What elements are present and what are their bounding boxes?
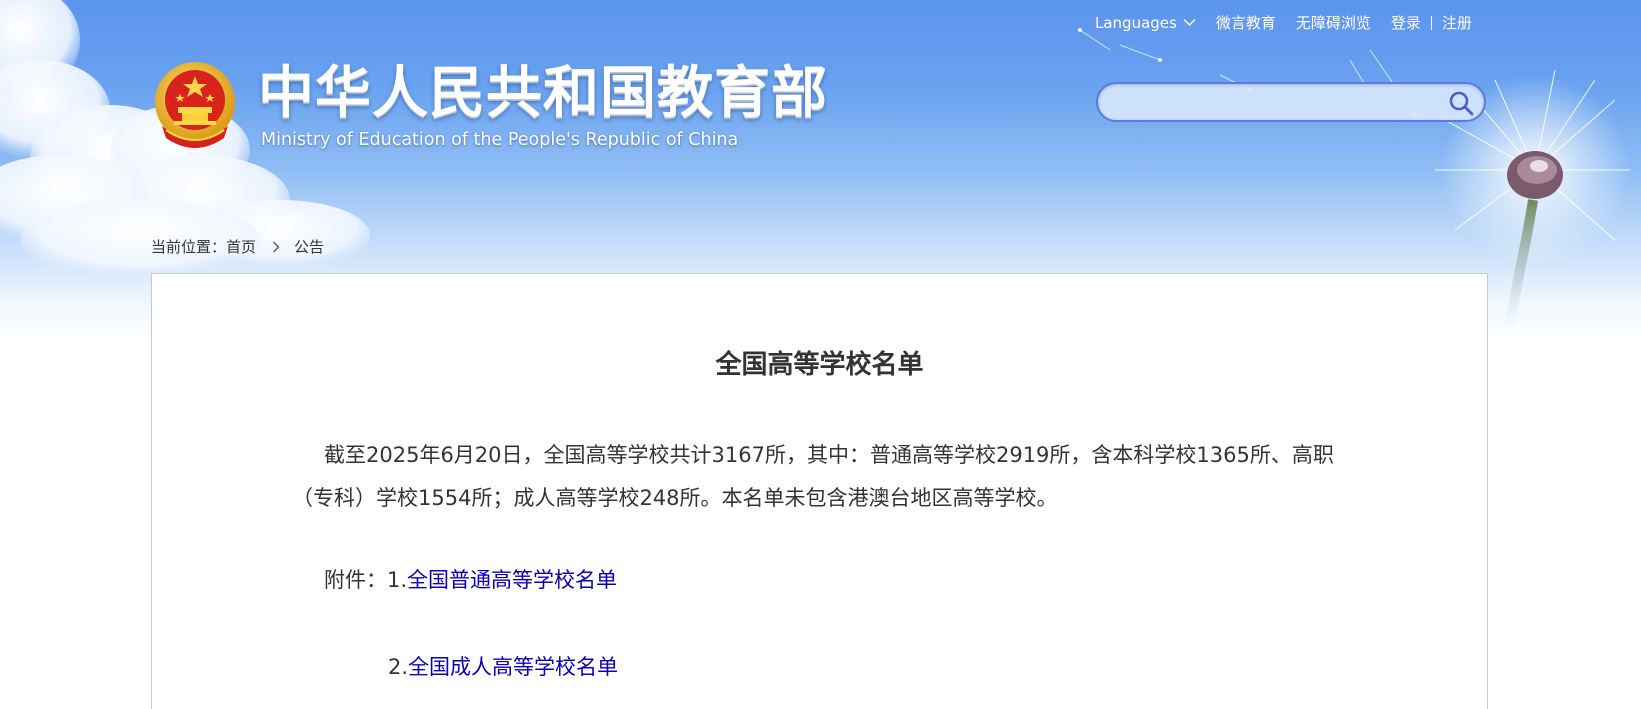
register-link[interactable]: 注册 bbox=[1442, 12, 1472, 33]
article-title: 全国高等学校名单 bbox=[715, 350, 924, 380]
search-input[interactable] bbox=[1114, 91, 1438, 115]
attachment-number: 2. bbox=[388, 655, 409, 679]
ministry-title-cn[interactable]: 中华人民共和国教育部 bbox=[258, 62, 828, 126]
seed-streaks-decoration bbox=[1078, 28, 1418, 118]
top-links: Languages 微言教育 无障碍浏览 登录 注册 bbox=[1095, 12, 1472, 33]
attachment-label: 附件： bbox=[324, 568, 387, 592]
page: Languages 微言教育 无障碍浏览 登录 注册 中华人民共和国教育部 Mi… bbox=[0, 0, 1641, 709]
attachment-item-2: 2.全国成人高等学校名单 bbox=[388, 651, 618, 681]
breadcrumb-prefix: 当前位置： bbox=[151, 238, 227, 256]
attachment-link-adult-universities[interactable]: 全国成人高等学校名单 bbox=[408, 655, 618, 679]
breadcrumb-home-link[interactable]: 首页 bbox=[226, 236, 256, 257]
accessible-browsing-link[interactable]: 无障碍浏览 bbox=[1296, 12, 1371, 33]
attachment-item-1: 附件：1.全国普通高等学校名单 bbox=[324, 564, 617, 594]
breadcrumb-current: 公告 bbox=[294, 238, 325, 256]
weiyan-education-link[interactable]: 微言教育 bbox=[1216, 12, 1276, 33]
national-emblem-icon[interactable] bbox=[152, 60, 238, 154]
languages-label: Languages bbox=[1095, 13, 1177, 32]
search-box bbox=[1096, 82, 1486, 122]
attachment-link-regular-universities[interactable]: 全国普通高等学校名单 bbox=[407, 568, 617, 592]
article-container: 全国高等学校名单 截至2025年6月20日，全国高等学校共计3167所，其中：普… bbox=[151, 273, 1488, 709]
link-divider bbox=[1430, 15, 1432, 30]
chevron-right-icon bbox=[272, 241, 280, 253]
search-icon[interactable] bbox=[1448, 90, 1474, 116]
ministry-title-en[interactable]: Ministry of Education of the People's Re… bbox=[261, 130, 738, 150]
breadcrumb: 当前位置： 首页 公告 bbox=[151, 236, 324, 257]
login-link[interactable]: 登录 bbox=[1391, 12, 1421, 33]
languages-dropdown[interactable]: Languages bbox=[1095, 14, 1196, 32]
article-paragraph: 截至2025年6月20日，全国高等学校共计3167所，其中：普通高等学校2919… bbox=[292, 443, 1334, 510]
chevron-down-icon bbox=[1183, 19, 1196, 26]
attachment-number: 1. bbox=[387, 568, 408, 592]
